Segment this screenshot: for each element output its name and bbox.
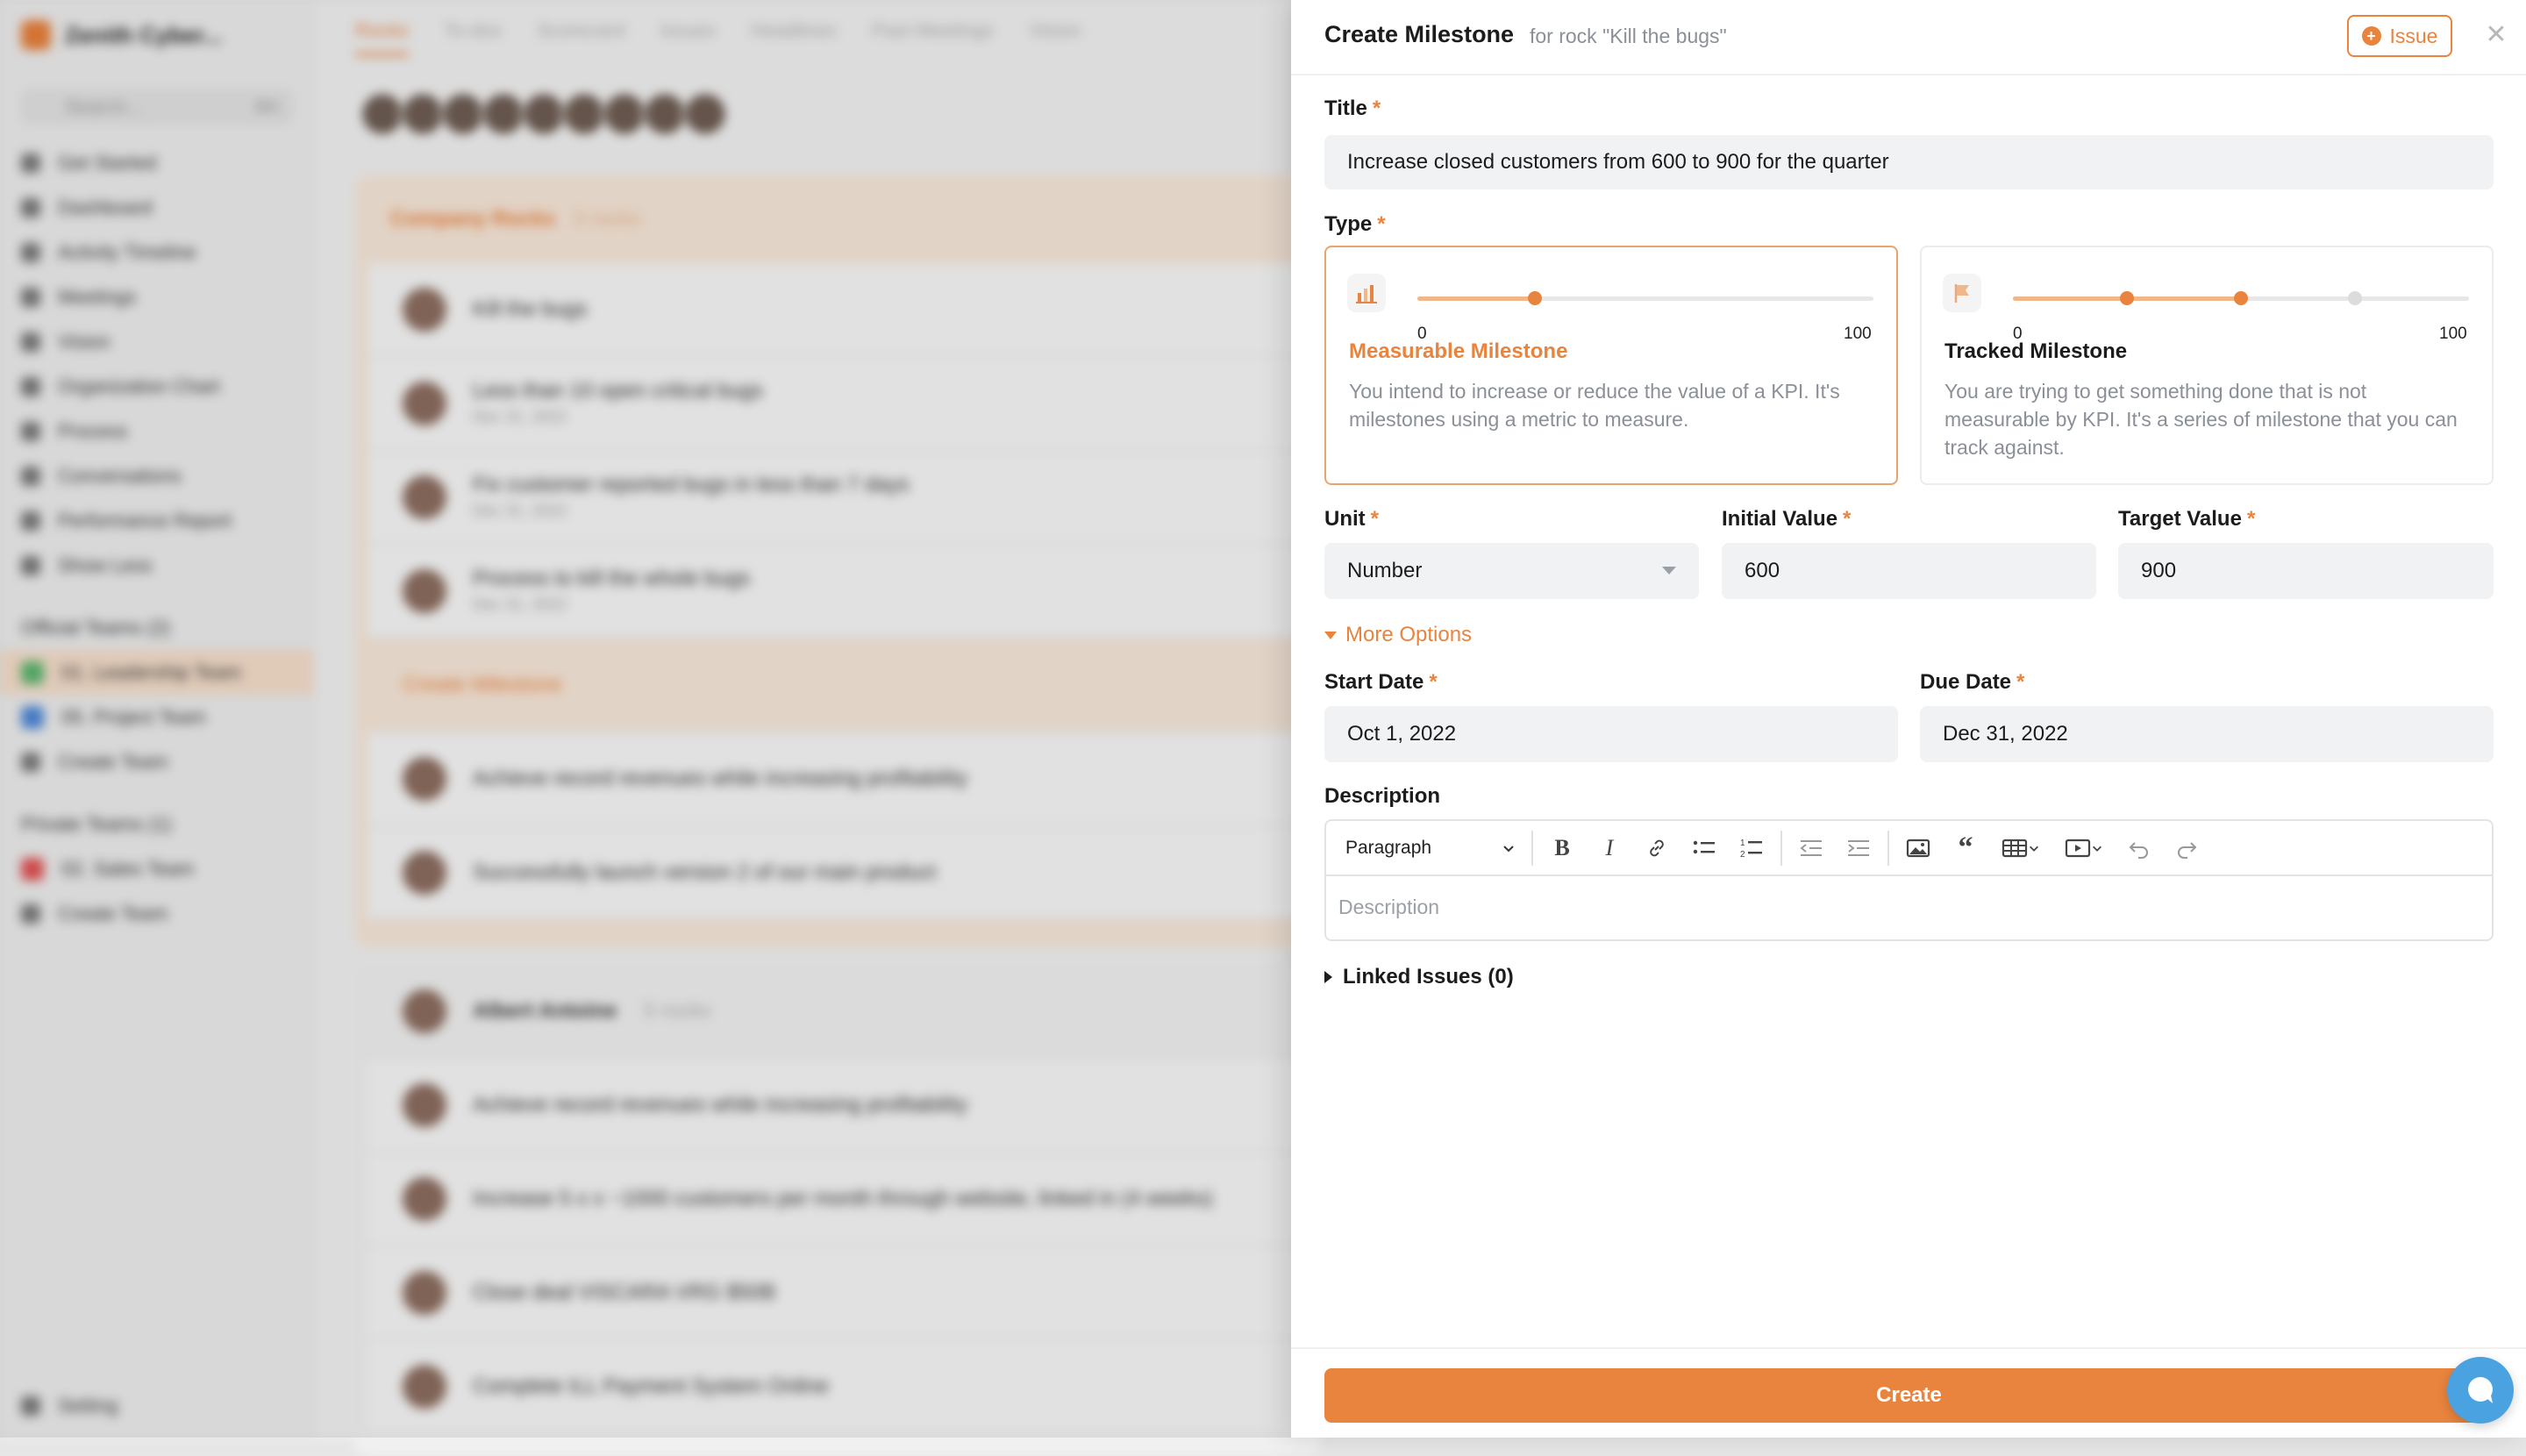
create-milestone-drawer: Create Milestone for rock "Kill the bugs… [1291, 0, 2526, 1438]
caret-down-icon [1324, 631, 1337, 639]
due-date-value: Dec 31, 2022 [1943, 722, 2068, 746]
italic-icon[interactable]: I [1586, 829, 1633, 867]
initial-value-label: Initial Value * [1722, 507, 1851, 532]
title-input[interactable]: Increase closed customers from 600 to 90… [1324, 135, 2494, 189]
chat-support-button[interactable] [2447, 1357, 2514, 1424]
description-textarea[interactable]: Description [1326, 876, 2492, 939]
flag-icon [1943, 274, 1981, 312]
target-value-label-text: Target Value [2118, 507, 2242, 531]
tracked-milestone-description: You are trying to get something done tha… [1944, 380, 2458, 459]
slider-handle [2120, 291, 2134, 305]
toolbar-divider [1887, 830, 1889, 866]
measurable-milestone-option[interactable]: 0 100 Measurable Milestone You intend to… [1324, 246, 1898, 485]
start-date-input[interactable]: Oct 1, 2022 [1324, 706, 1898, 762]
linked-issues-label: Linked Issues (0) [1343, 965, 1514, 989]
start-date-label: Start Date * [1324, 670, 1438, 695]
svg-text:2: 2 [1740, 850, 1745, 860]
target-value-input[interactable]: 900 [2118, 543, 2494, 599]
required-mark: * [1377, 212, 1386, 236]
more-options-label: More Options [1345, 623, 1473, 646]
create-button[interactable]: Create [1324, 1368, 2494, 1423]
required-mark: * [2016, 670, 2025, 694]
slider-max-label: 100 [1844, 325, 1872, 343]
table-icon[interactable] [1989, 829, 2052, 867]
measurable-milestone-title: Measurable Milestone [1349, 339, 1568, 363]
due-date-label-text: Due Date [1920, 670, 2012, 694]
drawer-subtitle: for rock "Kill the bugs" [1530, 25, 1727, 47]
slider-handle [1528, 291, 1542, 305]
title-input-value: Increase closed customers from 600 to 90… [1347, 150, 1889, 174]
initial-value-input[interactable]: 600 [1722, 543, 2096, 599]
close-icon[interactable]: ✕ [2479, 18, 2514, 53]
chevron-down-icon [1503, 845, 1514, 852]
drawer-header: Create Milestone for rock "Kill the bugs… [1291, 0, 2526, 75]
chat-bubble-icon [2468, 1377, 2493, 1403]
required-mark: * [1370, 507, 1379, 531]
due-date-input[interactable]: Dec 31, 2022 [1920, 706, 2494, 762]
description-label-text: Description [1324, 784, 1441, 808]
due-date-label: Due Date * [1920, 670, 2024, 695]
drawer-title: Create Milestone [1324, 21, 1515, 47]
required-mark: * [1429, 670, 1438, 694]
slider-handle [2348, 291, 2362, 305]
modal-backdrop[interactable] [0, 0, 1291, 1438]
toolbar-divider [1531, 830, 1533, 866]
initial-value-text: 600 [1745, 559, 1780, 582]
outdent-icon[interactable] [1787, 829, 1835, 867]
measurable-milestone-description: You intend to increase or reduce the val… [1349, 380, 1840, 431]
slider-fill [1417, 296, 1535, 301]
start-date-value: Oct 1, 2022 [1347, 722, 1457, 746]
chart-icon [1347, 274, 1386, 312]
linked-issues-toggle[interactable]: Linked Issues (0) [1324, 965, 1514, 989]
bulleted-list-icon[interactable] [1680, 829, 1728, 867]
initial-value-label-text: Initial Value [1722, 507, 1838, 531]
start-date-label-text: Start Date [1324, 670, 1424, 694]
link-icon[interactable] [1633, 829, 1680, 867]
undo-icon[interactable] [2116, 829, 2163, 867]
required-mark: * [1843, 507, 1852, 531]
toolbar-divider [1780, 830, 1782, 866]
tracked-milestone-option[interactable]: 0 100 Tracked Milestone You are trying t… [1920, 246, 2494, 485]
title-label-text: Title [1324, 96, 1367, 120]
description-placeholder: Description [1338, 896, 1440, 918]
redo-icon[interactable] [2163, 829, 2210, 867]
blockquote-icon[interactable]: “ [1942, 829, 1989, 867]
unit-label: Unit * [1324, 507, 1379, 532]
slider-handle [2234, 291, 2248, 305]
target-value-text: 900 [2141, 559, 2177, 582]
tracked-slider-preview [2013, 289, 2469, 307]
measurable-slider-preview [1417, 289, 1873, 307]
required-mark: * [2246, 507, 2256, 531]
type-label-text: Type [1324, 212, 1373, 236]
unit-select-value: Number [1347, 559, 1423, 582]
title-label: Title * [1324, 96, 1381, 121]
type-label: Type * [1324, 212, 1386, 237]
description-label: Description [1324, 784, 1440, 809]
unit-select[interactable]: Number [1324, 543, 1699, 599]
more-options-toggle[interactable]: More Options [1324, 623, 1472, 647]
plus-circle-icon: + [2361, 26, 2381, 46]
slider-max-label: 100 [2439, 325, 2467, 343]
unit-label-text: Unit [1324, 507, 1366, 531]
required-mark: * [1372, 96, 1381, 120]
caret-down-icon [1662, 567, 1676, 575]
chevron-down-icon [2030, 846, 2038, 852]
svg-text:1: 1 [1740, 839, 1745, 848]
indent-icon[interactable] [1835, 829, 1882, 867]
drawer-footer: Create [1291, 1347, 2526, 1438]
paragraph-format-select[interactable]: Paragraph [1337, 829, 1526, 867]
description-editor: Paragraph B I 12 “ Description [1324, 819, 2494, 941]
numbered-list-icon[interactable]: 12 [1728, 829, 1775, 867]
image-icon[interactable] [1894, 829, 1942, 867]
chevron-down-icon [2093, 846, 2101, 852]
tracked-milestone-title: Tracked Milestone [1944, 339, 2128, 363]
add-issue-button[interactable]: + Issue [2347, 15, 2452, 57]
media-embed-icon[interactable] [2052, 829, 2116, 867]
paragraph-format-label: Paragraph [1345, 837, 1432, 858]
target-value-label: Target Value * [2118, 507, 2255, 532]
issue-button-label: Issue [2389, 24, 2438, 47]
caret-right-icon [1324, 971, 1332, 983]
editor-toolbar: Paragraph B I 12 “ [1326, 821, 2492, 876]
bold-icon[interactable]: B [1538, 829, 1586, 867]
